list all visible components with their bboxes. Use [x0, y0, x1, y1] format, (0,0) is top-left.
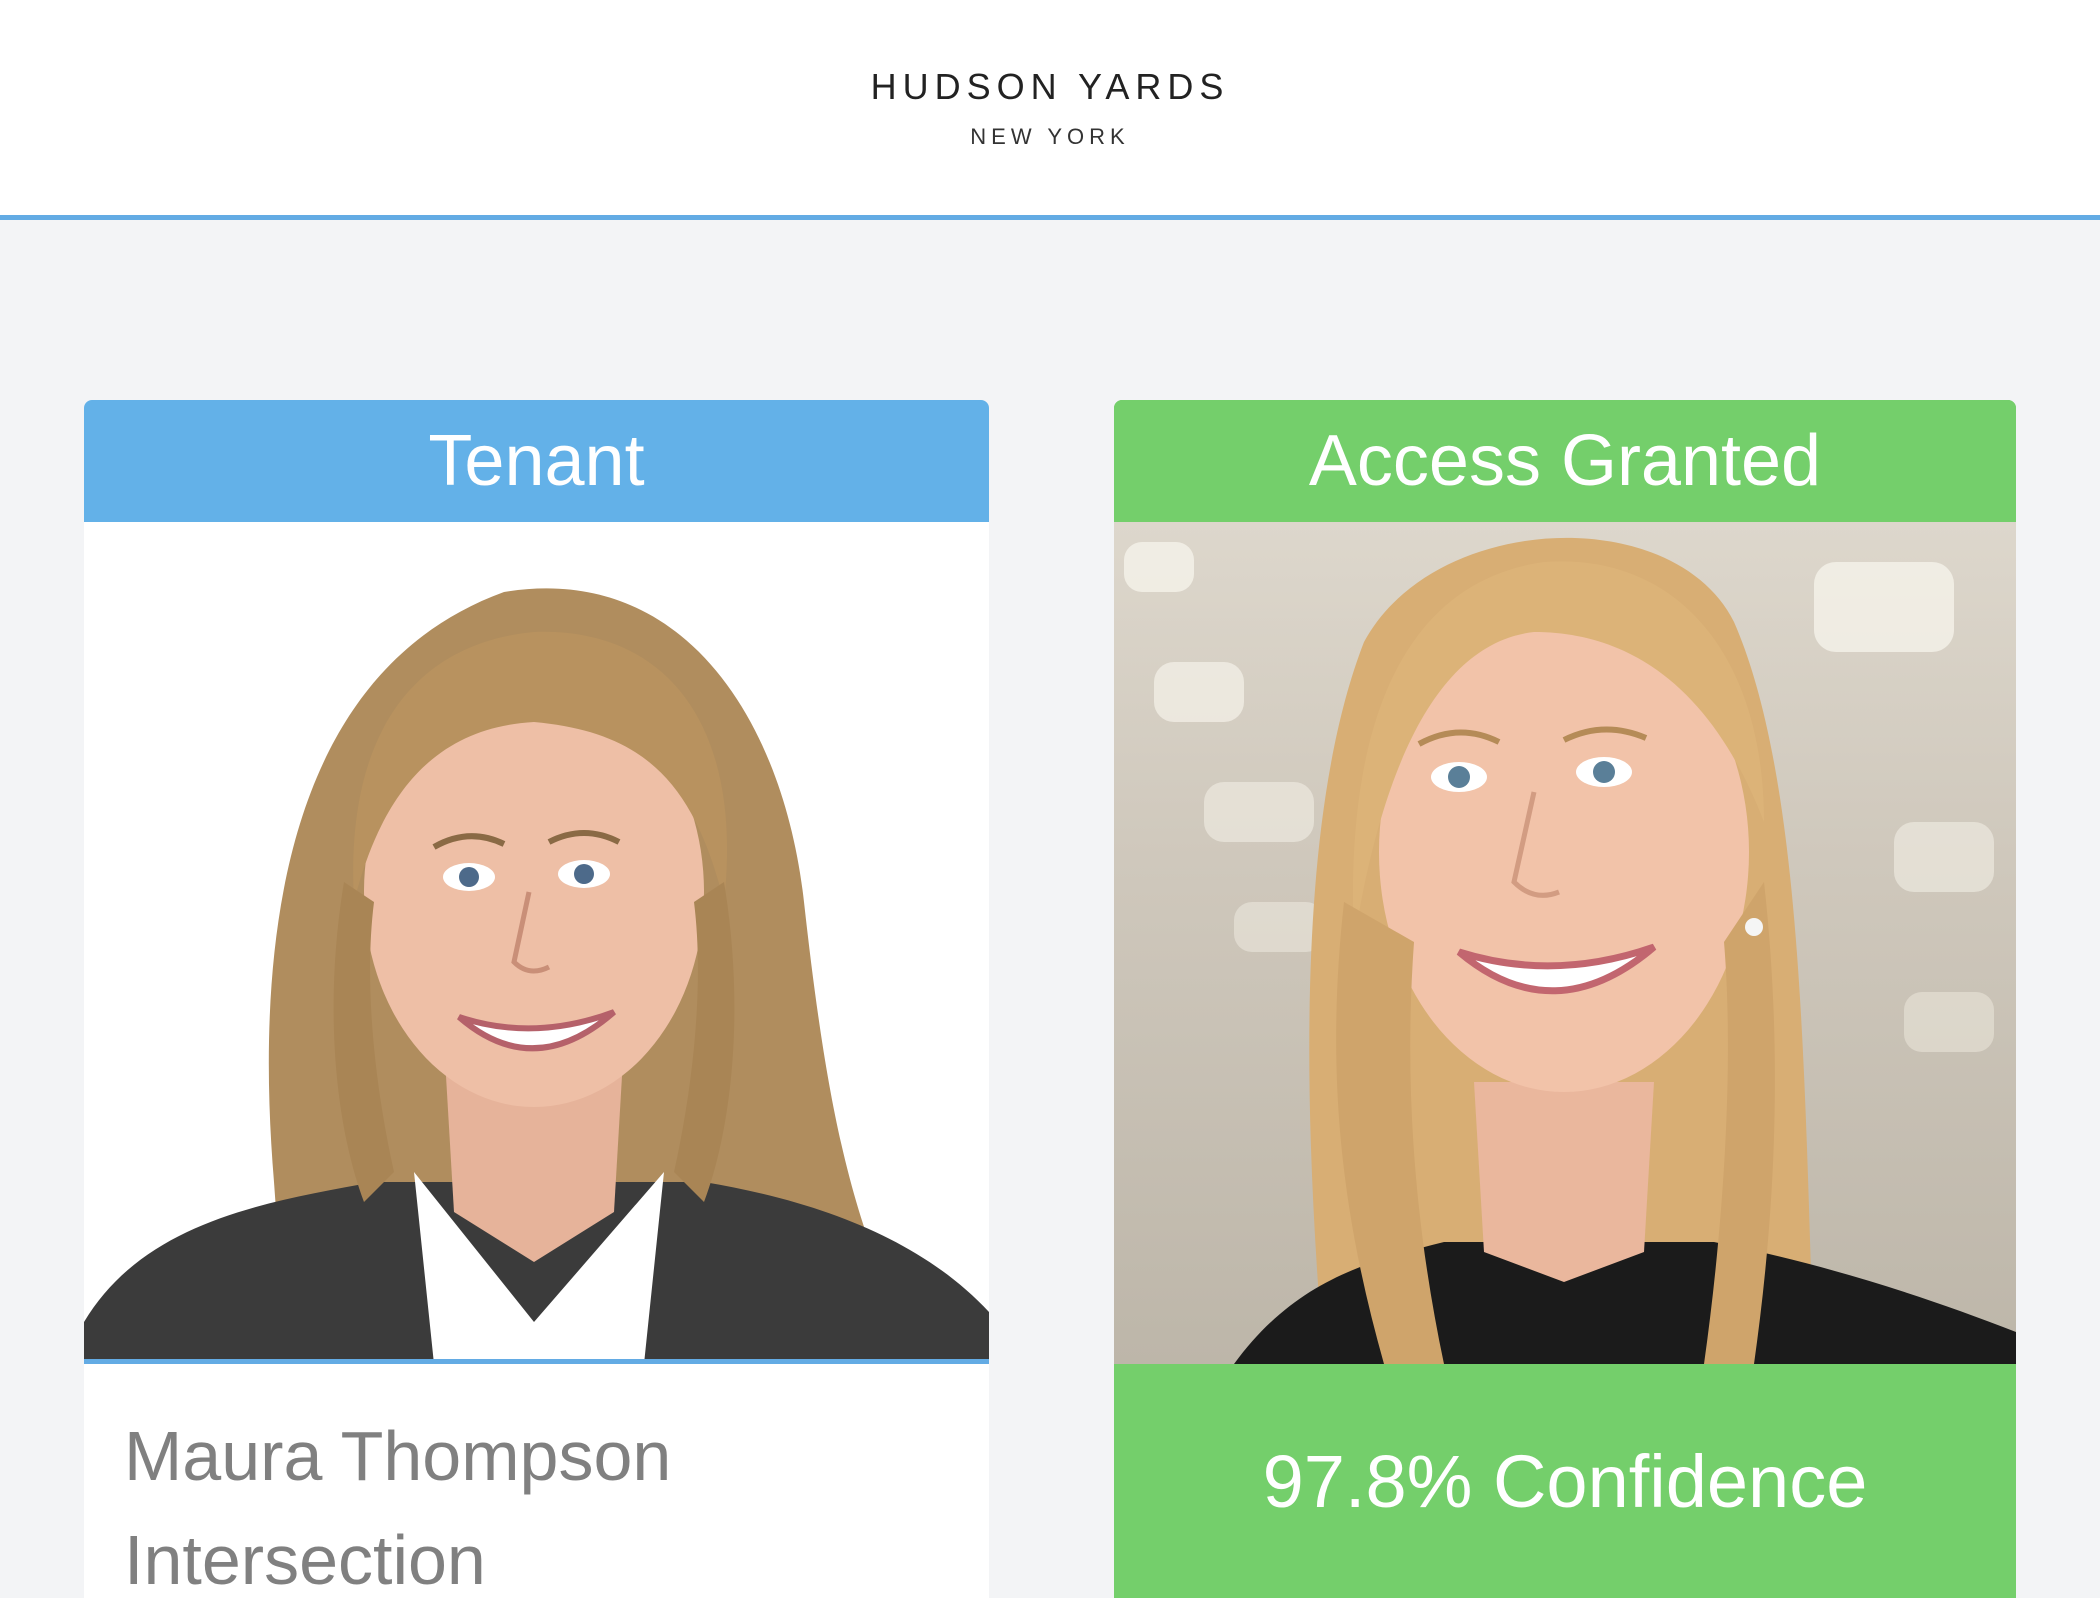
person-portrait-icon [1124, 537, 2016, 1364]
captured-photo [1114, 522, 2016, 1364]
access-status-title: Access Granted [1114, 400, 2016, 522]
tenant-card-title: Tenant [84, 400, 989, 522]
confidence-score: 97.8% Confidence [1262, 1439, 1868, 1523]
tenant-name: Maura Thompson [124, 1417, 672, 1495]
person-portrait-icon [84, 588, 989, 1359]
tenant-info: Maura Thompson Intersection [84, 1364, 989, 1598]
app-header: HUDSON YARDS NEW YORK [0, 0, 2100, 220]
tenant-card: Tenant Maura Thompson Intersection [84, 400, 989, 1598]
access-result-card: Access Granted 97.8% Confidence [1114, 400, 2016, 1598]
logo-subtitle: NEW YORK [970, 124, 1130, 149]
tenant-company: Intersection [124, 1521, 486, 1598]
logo-title: HUDSON YARDS [870, 66, 1230, 107]
tenant-photo [84, 522, 989, 1364]
